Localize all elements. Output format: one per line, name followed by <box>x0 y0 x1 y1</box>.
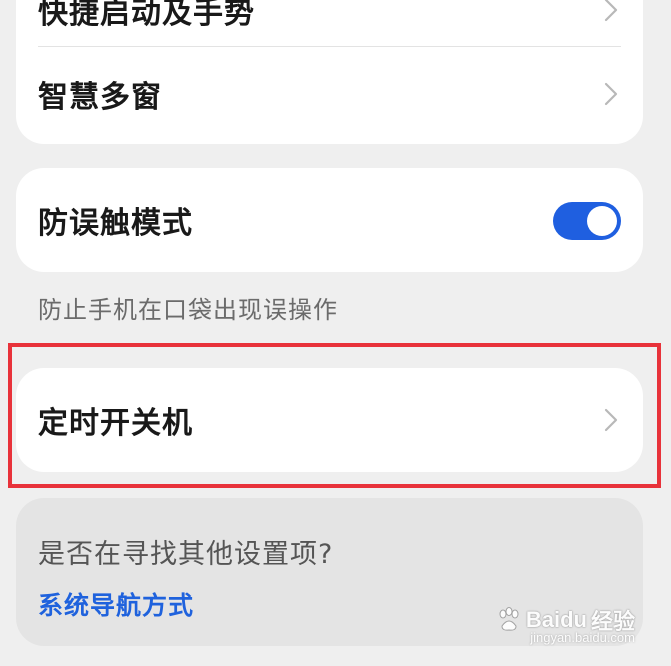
chevron-right-icon <box>601 80 621 108</box>
settings-item-quick-launch-gestures[interactable]: 快捷启动及手势 <box>38 0 621 31</box>
settings-item-label: 防误触模式 <box>38 206 193 241</box>
settings-card-top: 快捷启动及手势 智慧多窗 <box>16 0 643 144</box>
settings-item-smart-multi-window[interactable]: 智慧多窗 <box>38 72 621 116</box>
settings-item-anti-mistouch: 防误触模式 <box>38 200 533 241</box>
watermark-url: jingyan.baidu.com <box>530 630 635 645</box>
search-suggestion-question: 是否在寻找其他设置项? <box>38 539 334 570</box>
baidu-jingyan-watermark: Baidu 经验 jingyan.baidu.com <box>496 604 635 645</box>
settings-item-label: 定时开关机 <box>38 406 193 441</box>
divider <box>38 46 621 47</box>
system-navigation-link[interactable]: 系统导航方式 <box>38 586 194 622</box>
anti-mistouch-description: 防止手机在口袋出现误操作 <box>38 296 338 324</box>
paw-logo-icon <box>499 607 519 631</box>
settings-item-label: 快捷启动及手势 <box>38 0 255 31</box>
settings-card-scheduled-power: 定时开关机 <box>16 368 643 472</box>
chevron-right-icon <box>601 406 621 434</box>
settings-item-scheduled-power[interactable]: 定时开关机 <box>38 400 621 441</box>
settings-card-anti-mistouch: 防误触模式 <box>16 168 643 272</box>
toggle-knob <box>587 206 617 236</box>
settings-item-label: 智慧多窗 <box>38 80 162 115</box>
chevron-right-icon <box>601 0 621 24</box>
anti-mistouch-toggle[interactable] <box>553 202 621 240</box>
